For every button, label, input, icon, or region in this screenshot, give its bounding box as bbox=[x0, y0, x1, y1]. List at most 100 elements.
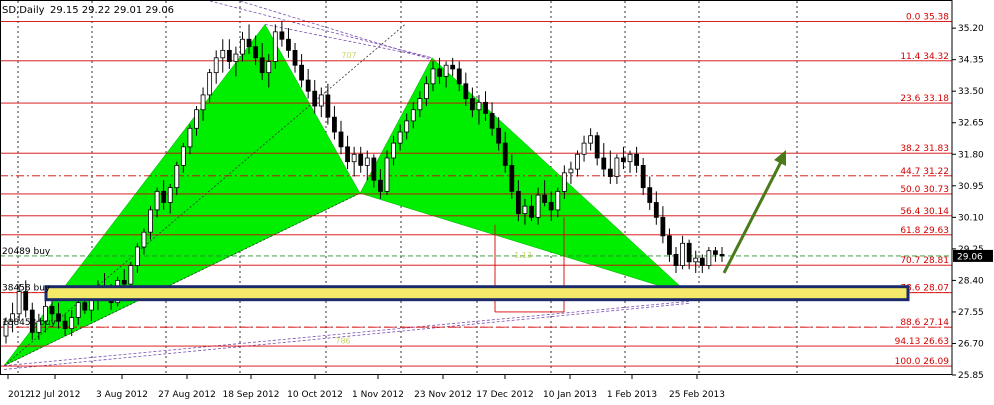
y-tick-label: 25.85 bbox=[958, 371, 984, 381]
candle-body bbox=[16, 291, 22, 315]
candle-body bbox=[463, 83, 469, 100]
x-tick-label: 18 Sep 2012 bbox=[222, 390, 279, 400]
candle-body bbox=[397, 131, 403, 144]
x-tick-label: 10 Oct 2012 bbox=[287, 390, 343, 400]
candle-body bbox=[207, 72, 213, 96]
y-tick-label: 30.95 bbox=[958, 182, 984, 192]
candle-body bbox=[410, 109, 416, 122]
x-tick-label: 23 Nov 2012 bbox=[414, 390, 472, 400]
candle-body bbox=[634, 153, 640, 166]
candle-body bbox=[627, 153, 633, 163]
candle-body bbox=[378, 179, 383, 192]
candle-body bbox=[561, 172, 567, 192]
x-tick-label: 1 Feb 2013 bbox=[607, 390, 657, 400]
candle-body bbox=[174, 164, 180, 189]
candle-body bbox=[148, 209, 153, 233]
pattern-ratio-label: 707 bbox=[341, 51, 356, 60]
y-tick-label: 30.10 bbox=[958, 213, 984, 223]
candle-body bbox=[542, 194, 548, 203]
fib-label: 70.7 28.81 bbox=[900, 256, 949, 266]
fib-label: 61.8 29.63 bbox=[900, 226, 949, 236]
candle-body bbox=[161, 190, 167, 203]
fib-label: 44.7 31.22 bbox=[900, 167, 949, 177]
candle-body bbox=[134, 246, 140, 266]
candle-body bbox=[469, 98, 475, 111]
y-tick-label: 32.65 bbox=[958, 119, 984, 129]
candle-body bbox=[640, 164, 646, 189]
candle-body bbox=[430, 68, 436, 85]
candle-body bbox=[266, 61, 272, 74]
candle-body bbox=[220, 49, 226, 59]
candle-body bbox=[187, 127, 193, 148]
candle-body bbox=[286, 38, 291, 51]
fib-label: 23.6 33.18 bbox=[900, 94, 949, 104]
x-tick-label: 2012 bbox=[8, 390, 31, 400]
candle-body bbox=[719, 254, 725, 257]
candle-body bbox=[502, 142, 508, 166]
candle-body bbox=[325, 94, 331, 118]
order-label: 20489 buy bbox=[2, 247, 51, 257]
candle-body bbox=[128, 265, 134, 285]
candle-body bbox=[529, 205, 534, 218]
candle-body bbox=[338, 131, 344, 148]
y-tick-label: 27.55 bbox=[958, 308, 984, 318]
candle-body bbox=[121, 279, 127, 285]
candlestick-chart: 0.0 35.38 11.4 34.32 23.6 33.18 38.2 31.83 4… bbox=[0, 0, 993, 400]
candle-body bbox=[75, 302, 81, 318]
candle-body bbox=[259, 57, 265, 74]
fib-label: 50.0 30.73 bbox=[900, 185, 949, 195]
fib-label: 88.6 27.14 bbox=[900, 318, 949, 328]
fib-label: 11.4 34.32 bbox=[900, 52, 949, 62]
y-tick-label: 28.40 bbox=[958, 276, 984, 286]
current-price-label: 29.06 bbox=[957, 252, 983, 262]
candle-body bbox=[647, 187, 653, 203]
candle-body bbox=[680, 242, 685, 266]
x-tick-label: 1 Nov 2012 bbox=[352, 390, 404, 400]
candle-body bbox=[253, 46, 259, 59]
candle-body bbox=[456, 68, 462, 85]
candle-body bbox=[364, 157, 370, 166]
candle-body bbox=[535, 194, 541, 218]
x-tick-label: 25 Feb 2013 bbox=[669, 390, 725, 400]
candle-body bbox=[555, 190, 561, 211]
candle-body bbox=[568, 168, 574, 174]
fib-label: 56.4 30.14 bbox=[900, 207, 949, 217]
x-tick-label: 10 Jan 2013 bbox=[543, 390, 597, 400]
candle-body bbox=[424, 83, 429, 100]
candle-body bbox=[443, 64, 449, 77]
candle-body bbox=[194, 109, 199, 129]
fib-label: 100.0 26.09 bbox=[895, 357, 950, 367]
candle-body bbox=[437, 68, 442, 77]
candle-body bbox=[601, 157, 607, 170]
candle-body bbox=[496, 127, 502, 144]
candle-body bbox=[404, 120, 410, 133]
candle-body bbox=[358, 153, 364, 166]
candle-body bbox=[450, 64, 456, 70]
header-ohlc: 29.15 29.22 29.01 29.06 bbox=[50, 5, 174, 16]
candle-body bbox=[233, 53, 239, 62]
candle-body bbox=[489, 113, 495, 129]
candle-body bbox=[312, 90, 318, 107]
candle-body bbox=[351, 153, 357, 163]
candle-body bbox=[509, 164, 515, 192]
candle-body bbox=[69, 317, 75, 330]
candle-body bbox=[240, 38, 245, 55]
candle-body bbox=[305, 79, 311, 92]
candle-body bbox=[292, 49, 298, 66]
candle-body bbox=[607, 168, 613, 177]
pattern-ratio-label: 786 bbox=[335, 336, 350, 345]
candle-body bbox=[82, 302, 88, 311]
y-tick-label: 31.80 bbox=[958, 150, 984, 160]
candle-body bbox=[621, 157, 626, 163]
candle-body bbox=[272, 31, 278, 62]
candle-body bbox=[279, 31, 285, 40]
x-tick-label: 27 Aug 2012 bbox=[158, 390, 216, 400]
candle-body bbox=[673, 254, 679, 266]
candle-body bbox=[226, 49, 232, 62]
y-tick-label: 34.35 bbox=[958, 56, 984, 66]
candle-body bbox=[660, 216, 666, 237]
x-tick-label: 17 Dec 2012 bbox=[476, 390, 534, 400]
candle-body bbox=[706, 250, 712, 266]
candle-body bbox=[713, 250, 718, 255]
candle-body bbox=[246, 38, 252, 48]
